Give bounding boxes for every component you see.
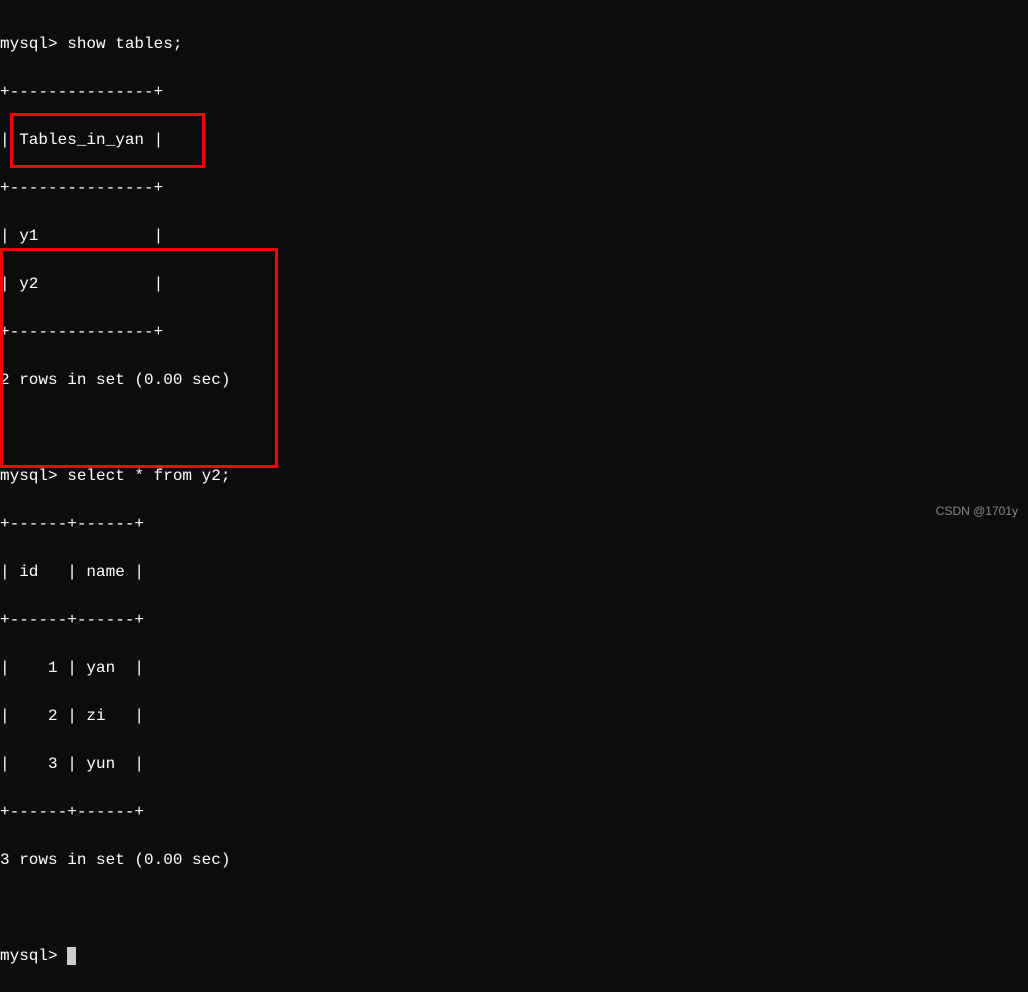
result-summary: 3 rows in set (0.00 sec) (0, 848, 1028, 872)
table-row: | 1 | yan | (0, 656, 1028, 680)
terminal-output[interactable]: mysql> show tables; +---------------+ | … (0, 8, 1028, 992)
table-border: +---------------+ (0, 80, 1028, 104)
blank-line (0, 416, 1028, 440)
table-header: | Tables_in_yan | (0, 128, 1028, 152)
table-row: | 2 | zi | (0, 704, 1028, 728)
prompt-text: mysql> (0, 947, 67, 965)
table-row: | y2 | (0, 272, 1028, 296)
result-summary: 2 rows in set (0.00 sec) (0, 368, 1028, 392)
prompt-line: mysql> select * from y2; (0, 464, 1028, 488)
blank-line (0, 896, 1028, 920)
table-border: +---------------+ (0, 176, 1028, 200)
prompt-line: mysql> show tables; (0, 32, 1028, 56)
watermark-text: CSDN @1701y (936, 502, 1018, 520)
table-header: | id | name | (0, 560, 1028, 584)
table-border: +------+------+ (0, 512, 1028, 536)
cursor-icon (67, 947, 76, 965)
table-row: | 3 | yun | (0, 752, 1028, 776)
table-border: +---------------+ (0, 320, 1028, 344)
table-border: +------+------+ (0, 800, 1028, 824)
prompt-line: mysql> (0, 944, 1028, 968)
table-border: +------+------+ (0, 608, 1028, 632)
table-row: | y1 | (0, 224, 1028, 248)
